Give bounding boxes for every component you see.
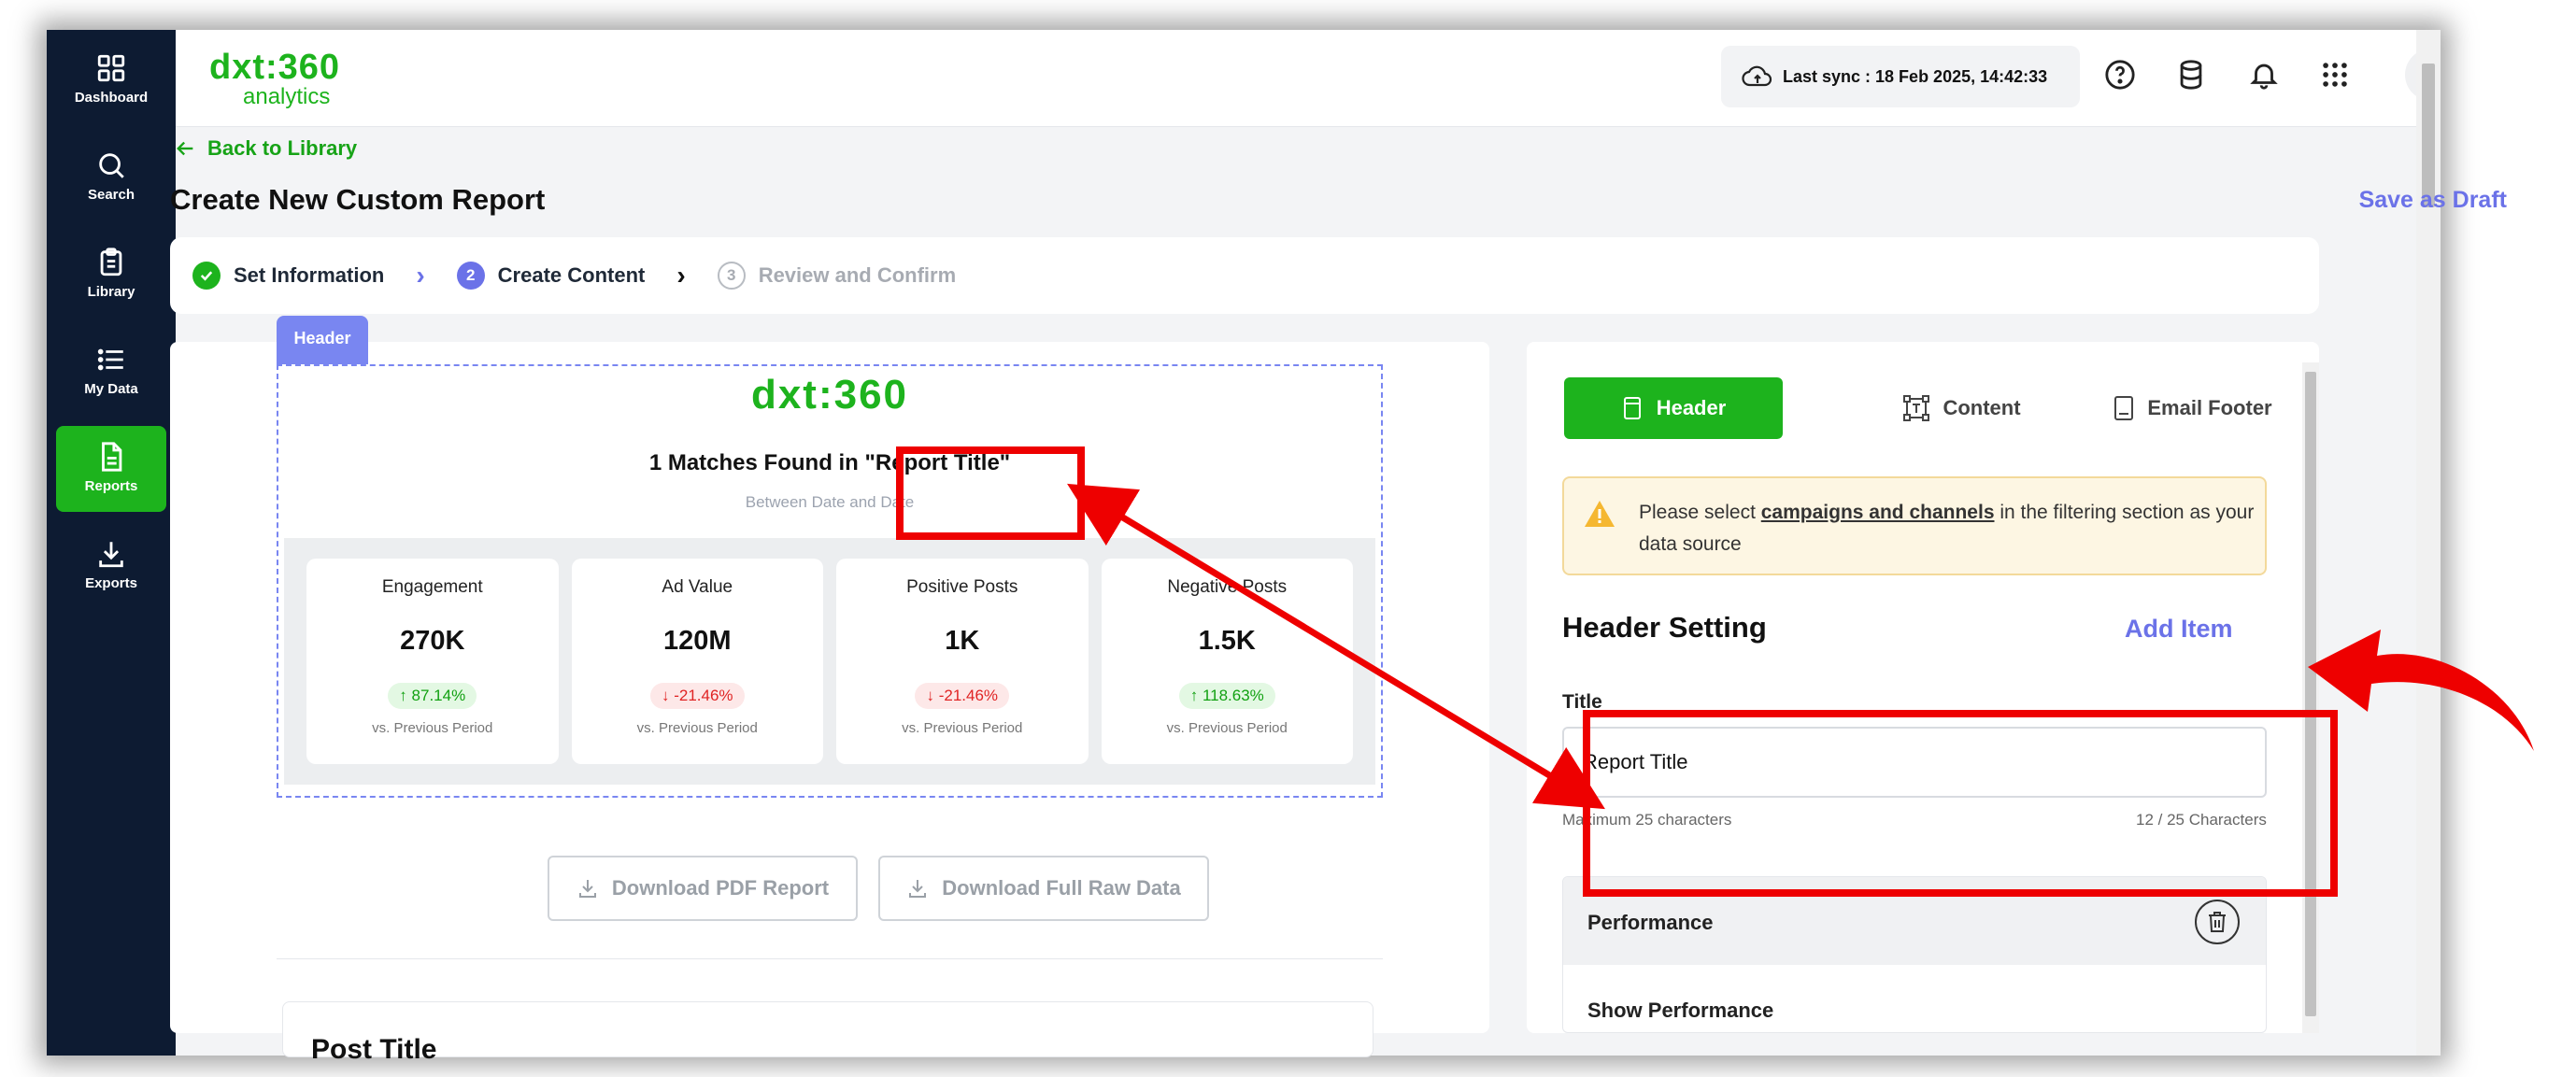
annotation-double-arrow (1067, 483, 1605, 810)
annotation-curved-arrow (2308, 630, 2534, 751)
annotation-highlight-title-field (1583, 710, 2338, 897)
annotation-highlight-preview-title (896, 446, 1085, 540)
annotation-overlay (896, 446, 2534, 897)
